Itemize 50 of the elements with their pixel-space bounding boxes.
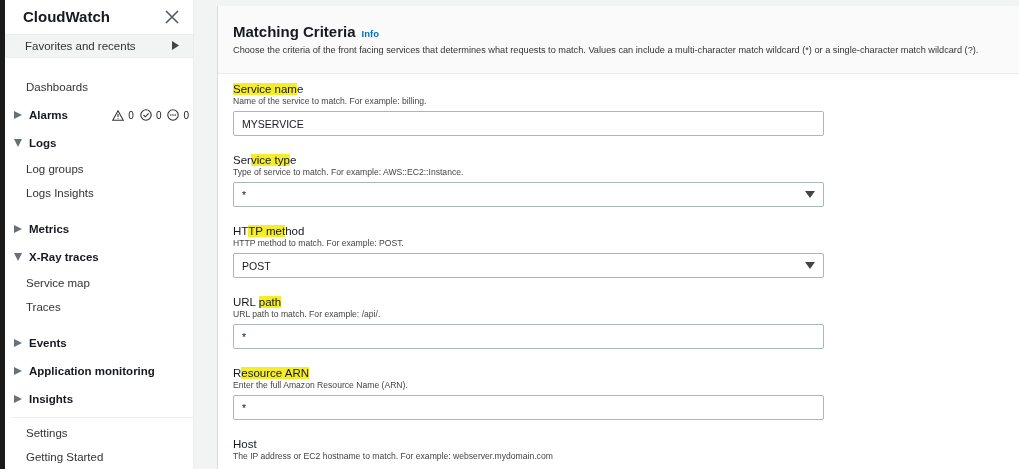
- input-field[interactable]: *: [233, 395, 824, 420]
- nav-section[interactable]: X-Ray traces: [29, 251, 99, 263]
- input-field[interactable]: *: [233, 324, 824, 349]
- caret-icon[interactable]: [14, 225, 22, 233]
- ellipsis-circle-icon: [167, 109, 180, 121]
- field-label: Service name: [233, 83, 305, 95]
- nav-link[interactable]: Getting Started: [5, 445, 193, 469]
- field-label: URL path: [233, 296, 283, 308]
- field-hint: HTTP method to match. For example: POST.: [233, 238, 405, 248]
- field-hint: Name of the service to match. For example: billing.: [233, 96, 428, 106]
- favorites-row[interactable]: Favorites and recents: [5, 33, 193, 58]
- alarm-count: 0: [155, 109, 162, 121]
- caret-icon[interactable]: [14, 111, 22, 119]
- triangle-right-icon: [172, 41, 179, 51]
- select-field[interactable]: POST: [233, 253, 824, 278]
- caret-icon[interactable]: [14, 253, 22, 261]
- caret-icon[interactable]: [14, 339, 22, 347]
- caret-icon[interactable]: [14, 139, 22, 147]
- input-field[interactable]: MYSERVICE: [233, 111, 824, 136]
- select-field[interactable]: *: [233, 182, 824, 207]
- check-circle-icon: [139, 109, 152, 121]
- field-hint: Enter the full Amazon Resource Name (ARN).: [233, 380, 409, 390]
- nav-link[interactable]: Dashboards: [5, 75, 193, 99]
- nav-section[interactable]: Alarms: [29, 109, 68, 121]
- nav-section[interactable]: Logs: [29, 137, 57, 149]
- dropdown-caret-icon: [805, 191, 815, 198]
- card-title: Matching Criteria: [233, 23, 356, 40]
- field-hint: Type of service to match. For example: AWS::EC2::Instance.: [233, 167, 465, 177]
- nav-link[interactable]: Settings: [5, 421, 193, 445]
- field-hint: URL path to match. For example: /api/.: [233, 309, 382, 319]
- nav-link[interactable]: Logs Insights: [5, 181, 193, 205]
- nav-section[interactable]: Metrics: [29, 223, 70, 235]
- dropdown-caret-icon: [805, 262, 815, 269]
- nav-section[interactable]: Events: [29, 337, 67, 349]
- nav-section[interactable]: Insights: [29, 393, 74, 405]
- nav-link[interactable]: Traces: [5, 295, 193, 319]
- field-hint: The IP address or EC2 hostname to match. For example: webserver.mydomain.com: [233, 451, 554, 461]
- nav-section[interactable]: Application monitoring: [29, 365, 155, 377]
- sidebar-title: CloudWatch: [23, 8, 110, 26]
- card-description: Choose the criteria of the front facing services that determines what requests to match. Values can include a multi-character match wildcard (*) or a single-character match wildcard (?).: [233, 45, 980, 55]
- caret-icon[interactable]: [14, 395, 22, 403]
- field-label: Host: [233, 438, 258, 450]
- close-icon[interactable]: [165, 9, 179, 24]
- nav-link[interactable]: Log groups: [5, 157, 193, 181]
- nav-link[interactable]: Service map: [5, 271, 193, 295]
- caret-icon[interactable]: [14, 367, 22, 375]
- alarm-count: 0: [183, 109, 189, 121]
- alarm-count: 0: [128, 109, 134, 121]
- info-link[interactable]: Info: [361, 28, 379, 39]
- warning-icon: [112, 109, 125, 121]
